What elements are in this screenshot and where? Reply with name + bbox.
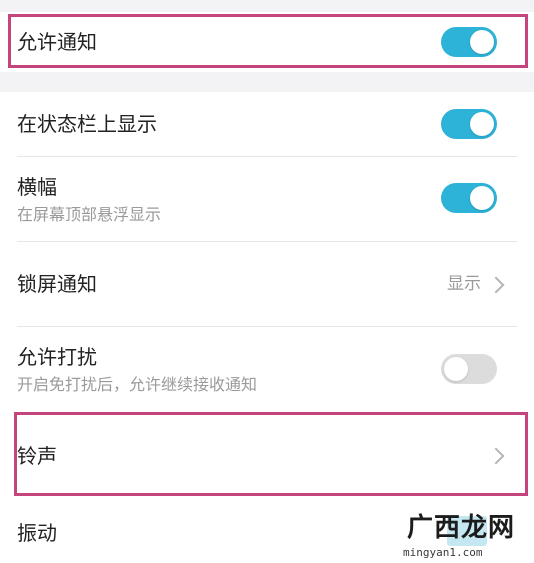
setting-row-ringtone[interactable]: 铃声 xyxy=(0,412,534,496)
lock-screen-value: 显示 xyxy=(447,274,481,294)
watermark: 广西龙网 mingyan1.com xyxy=(399,512,534,563)
watermark-brand: 广西龙网 xyxy=(407,513,516,543)
setting-subtitle: 在屏幕顶部悬浮显示 xyxy=(17,205,162,224)
chevron-right-icon xyxy=(487,447,505,465)
banner-toggle[interactable] xyxy=(441,183,497,213)
setting-subtitle: 开启免打扰后，允许继续接收通知 xyxy=(17,375,258,394)
allow-disturb-toggle[interactable] xyxy=(441,354,497,384)
setting-row-banner[interactable]: 横幅 在屏幕顶部悬浮显示 xyxy=(0,157,534,241)
setting-title: 振动 xyxy=(17,521,57,545)
allow-notifications-toggle[interactable] xyxy=(441,27,497,57)
setting-row-allow-notifications[interactable]: 允许通知 xyxy=(0,12,534,72)
setting-title: 锁屏通知 xyxy=(17,272,97,296)
setting-row-status-bar[interactable]: 在状态栏上显示 xyxy=(0,92,534,156)
toggle-knob xyxy=(470,112,494,136)
chevron-right-icon xyxy=(487,276,505,294)
setting-title: 允许通知 xyxy=(17,30,97,54)
status-bar-toggle[interactable] xyxy=(441,109,497,139)
setting-row-lock-screen[interactable]: 锁屏通知 显示 xyxy=(0,242,534,326)
section-separator xyxy=(0,72,534,92)
watermark-domain: mingyan1.com xyxy=(403,546,483,559)
setting-row-allow-disturb[interactable]: 允许打扰 开启免打扰后，允许继续接收通知 xyxy=(0,327,534,411)
setting-title: 铃声 xyxy=(17,444,57,468)
setting-title: 允许打扰 xyxy=(17,345,97,369)
toggle-knob xyxy=(470,30,494,54)
setting-title: 横幅 xyxy=(17,175,57,199)
top-band xyxy=(0,0,534,12)
toggle-knob xyxy=(444,357,468,381)
setting-title: 在状态栏上显示 xyxy=(17,112,157,136)
toggle-knob xyxy=(470,186,494,210)
